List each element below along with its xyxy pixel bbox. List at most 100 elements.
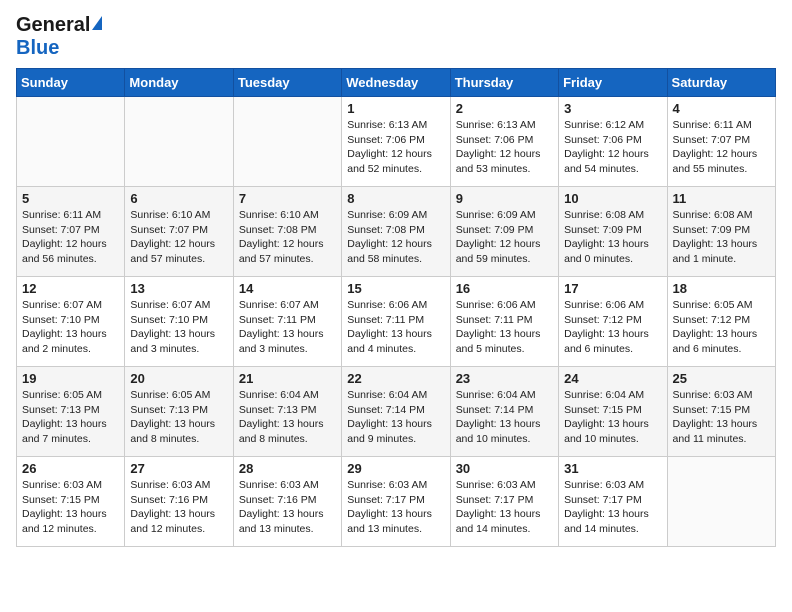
day-number: 3	[564, 101, 661, 116]
day-number: 8	[347, 191, 444, 206]
day-number: 11	[673, 191, 770, 206]
day-number: 20	[130, 371, 227, 386]
day-cell-27: 27 Sunrise: 6:03 AMSunset: 7:16 PMDayligh…	[125, 457, 233, 547]
day-number: 2	[456, 101, 553, 116]
day-info: Sunrise: 6:06 AMSunset: 7:11 PMDaylight:…	[347, 298, 444, 357]
day-info: Sunrise: 6:10 AMSunset: 7:07 PMDaylight:…	[130, 208, 227, 267]
day-info: Sunrise: 6:04 AMSunset: 7:15 PMDaylight:…	[564, 388, 661, 447]
week-row-4: 19 Sunrise: 6:05 AMSunset: 7:13 PMDayligh…	[17, 367, 776, 457]
day-info: Sunrise: 6:05 AMSunset: 7:13 PMDaylight:…	[130, 388, 227, 447]
day-number: 18	[673, 281, 770, 296]
day-number: 10	[564, 191, 661, 206]
logo-triangle-icon	[92, 16, 102, 30]
day-cell-18: 18 Sunrise: 6:05 AMSunset: 7:12 PMDayligh…	[667, 277, 775, 367]
day-number: 25	[673, 371, 770, 386]
day-info: Sunrise: 6:03 AMSunset: 7:17 PMDaylight:…	[456, 478, 553, 537]
weekday-header-monday: Monday	[125, 69, 233, 97]
day-cell-22: 22Sunrise: 6:04 AMSunset: 7:14 PMDayligh…	[342, 367, 450, 457]
day-info: Sunrise: 6:08 AMSunset: 7:09 PMDaylight:…	[673, 208, 770, 267]
week-row-1: 1 Sunrise: 6:13 AMSunset: 7:06 PMDaylight…	[17, 97, 776, 187]
day-number: 15	[347, 281, 444, 296]
day-number: 5	[22, 191, 119, 206]
day-cell-24: 24 Sunrise: 6:04 AMSunset: 7:15 PMDayligh…	[559, 367, 667, 457]
day-info: Sunrise: 6:08 AMSunset: 7:09 PMDaylight:…	[564, 208, 661, 267]
day-cell-6: 6 Sunrise: 6:10 AMSunset: 7:07 PMDaylight…	[125, 187, 233, 277]
day-info: Sunrise: 6:06 AMSunset: 7:11 PMDaylight:…	[456, 298, 553, 357]
day-cell-4: 4Sunrise: 6:11 AMSunset: 7:07 PMDaylight…	[667, 97, 775, 187]
logo: General Blue	[16, 14, 102, 60]
day-info: Sunrise: 6:04 AMSunset: 7:13 PMDaylight:…	[239, 388, 336, 447]
week-row-5: 26 Sunrise: 6:03 AMSunset: 7:15 PMDayligh…	[17, 457, 776, 547]
day-cell-23: 23 Sunrise: 6:04 AMSunset: 7:14 PMDayligh…	[450, 367, 558, 457]
day-cell-15: 15 Sunrise: 6:06 AMSunset: 7:11 PMDayligh…	[342, 277, 450, 367]
day-cell-25: 25 Sunrise: 6:03 AMSunset: 7:15 PMDayligh…	[667, 367, 775, 457]
day-number: 29	[347, 461, 444, 476]
day-info: Sunrise: 6:03 AMSunset: 7:15 PMDaylight:…	[22, 478, 119, 537]
day-number: 30	[456, 461, 553, 476]
day-info: Sunrise: 6:03 AMSunset: 7:17 PMDaylight:…	[347, 478, 444, 537]
week-row-3: 12 Sunrise: 6:07 AMSunset: 7:10 PMDayligh…	[17, 277, 776, 367]
day-number: 26	[22, 461, 119, 476]
logo-general: General	[16, 14, 90, 36]
empty-cell	[125, 97, 233, 187]
day-info: Sunrise: 6:03 AMSunset: 7:15 PMDaylight:…	[673, 388, 770, 447]
day-cell-14: 14Sunrise: 6:07 AMSunset: 7:11 PMDayligh…	[233, 277, 341, 367]
day-info: Sunrise: 6:09 AMSunset: 7:08 PMDaylight:…	[347, 208, 444, 267]
day-number: 4	[673, 101, 770, 116]
empty-cell	[233, 97, 341, 187]
day-cell-7: 7Sunrise: 6:10 AMSunset: 7:08 PMDaylight…	[233, 187, 341, 277]
header: General Blue	[16, 10, 776, 60]
day-number: 27	[130, 461, 227, 476]
day-info: Sunrise: 6:09 AMSunset: 7:09 PMDaylight:…	[456, 208, 553, 267]
day-info: Sunrise: 6:13 AMSunset: 7:06 PMDaylight:…	[456, 118, 553, 177]
day-cell-29: 29 Sunrise: 6:03 AMSunset: 7:17 PMDayligh…	[342, 457, 450, 547]
day-number: 16	[456, 281, 553, 296]
empty-cell	[17, 97, 125, 187]
day-info: Sunrise: 6:06 AMSunset: 7:12 PMDaylight:…	[564, 298, 661, 357]
day-cell-28: 28 Sunrise: 6:03 AMSunset: 7:16 PMDayligh…	[233, 457, 341, 547]
day-info: Sunrise: 6:05 AMSunset: 7:12 PMDaylight:…	[673, 298, 770, 357]
logo-blue: Blue	[16, 37, 102, 60]
day-cell-17: 17 Sunrise: 6:06 AMSunset: 7:12 PMDayligh…	[559, 277, 667, 367]
week-row-2: 5Sunrise: 6:11 AMSunset: 7:07 PMDaylight…	[17, 187, 776, 277]
day-number: 19	[22, 371, 119, 386]
day-cell-16: 16 Sunrise: 6:06 AMSunset: 7:11 PMDayligh…	[450, 277, 558, 367]
day-number: 12	[22, 281, 119, 296]
day-number: 31	[564, 461, 661, 476]
day-cell-30: 30 Sunrise: 6:03 AMSunset: 7:17 PMDayligh…	[450, 457, 558, 547]
weekday-header-sunday: Sunday	[17, 69, 125, 97]
day-number: 1	[347, 101, 444, 116]
day-cell-8: 8 Sunrise: 6:09 AMSunset: 7:08 PMDaylight…	[342, 187, 450, 277]
day-cell-20: 20 Sunrise: 6:05 AMSunset: 7:13 PMDayligh…	[125, 367, 233, 457]
day-number: 21	[239, 371, 336, 386]
weekday-header-tuesday: Tuesday	[233, 69, 341, 97]
day-number: 22	[347, 371, 444, 386]
day-cell-26: 26 Sunrise: 6:03 AMSunset: 7:15 PMDayligh…	[17, 457, 125, 547]
day-cell-21: 21 Sunrise: 6:04 AMSunset: 7:13 PMDayligh…	[233, 367, 341, 457]
page: General Blue SundayMondayTuesdayWednesda…	[0, 0, 792, 563]
day-info: Sunrise: 6:07 AMSunset: 7:10 PMDaylight:…	[22, 298, 119, 357]
day-info: Sunrise: 6:12 AMSunset: 7:06 PMDaylight:…	[564, 118, 661, 177]
day-info: Sunrise: 6:13 AMSunset: 7:06 PMDaylight:…	[347, 118, 444, 177]
day-number: 17	[564, 281, 661, 296]
day-cell-11: 11 Sunrise: 6:08 AMSunset: 7:09 PMDayligh…	[667, 187, 775, 277]
day-info: Sunrise: 6:03 AMSunset: 7:16 PMDaylight:…	[130, 478, 227, 537]
day-number: 23	[456, 371, 553, 386]
day-number: 28	[239, 461, 336, 476]
day-cell-31: 31Sunrise: 6:03 AMSunset: 7:17 PMDayligh…	[559, 457, 667, 547]
day-info: Sunrise: 6:10 AMSunset: 7:08 PMDaylight:…	[239, 208, 336, 267]
weekday-header-saturday: Saturday	[667, 69, 775, 97]
day-number: 9	[456, 191, 553, 206]
day-cell-13: 13Sunrise: 6:07 AMSunset: 7:10 PMDayligh…	[125, 277, 233, 367]
day-cell-12: 12 Sunrise: 6:07 AMSunset: 7:10 PMDayligh…	[17, 277, 125, 367]
calendar-table: SundayMondayTuesdayWednesdayThursdayFrid…	[16, 68, 776, 547]
day-cell-3: 3 Sunrise: 6:12 AMSunset: 7:06 PMDaylight…	[559, 97, 667, 187]
day-number: 6	[130, 191, 227, 206]
day-info: Sunrise: 6:07 AMSunset: 7:11 PMDaylight:…	[239, 298, 336, 357]
day-cell-1: 1 Sunrise: 6:13 AMSunset: 7:06 PMDaylight…	[342, 97, 450, 187]
weekday-header-friday: Friday	[559, 69, 667, 97]
day-info: Sunrise: 6:03 AMSunset: 7:16 PMDaylight:…	[239, 478, 336, 537]
day-info: Sunrise: 6:04 AMSunset: 7:14 PMDaylight:…	[456, 388, 553, 447]
empty-cell	[667, 457, 775, 547]
day-number: 24	[564, 371, 661, 386]
